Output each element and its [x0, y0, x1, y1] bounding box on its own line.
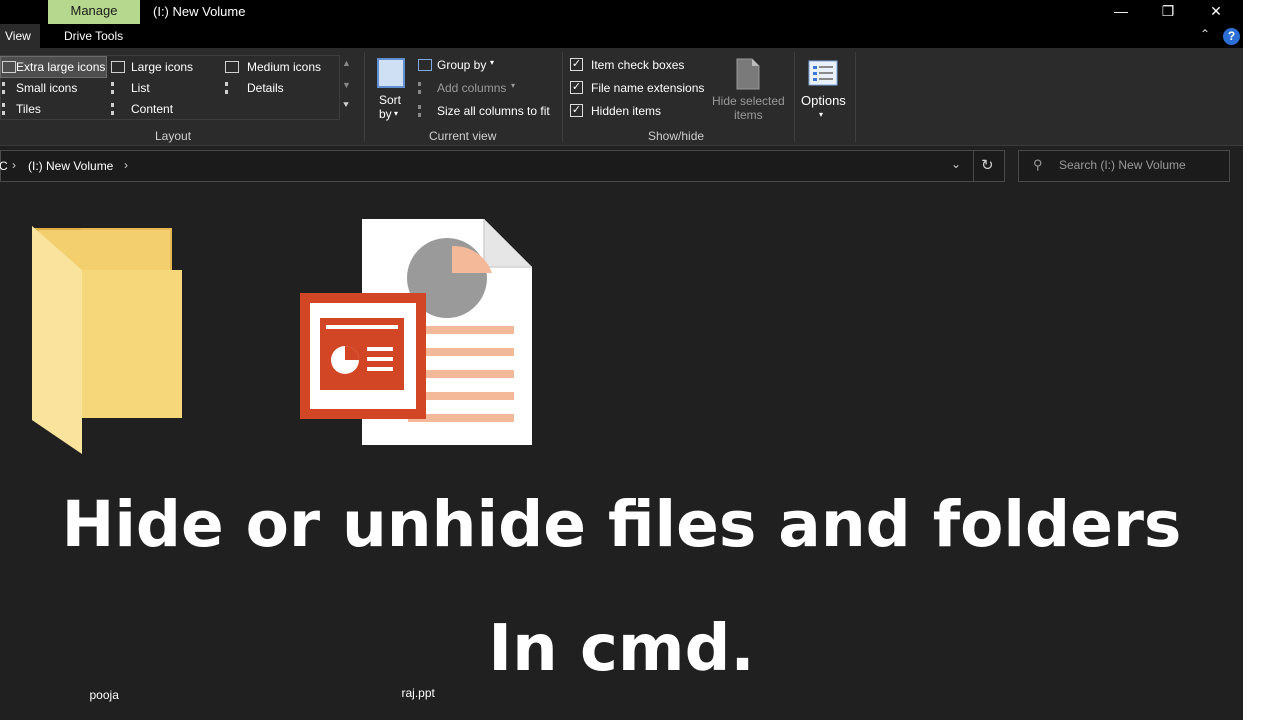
ribbon: Extra large icons Large icons Medium ico… — [0, 48, 1243, 146]
sort-dropdown-icon: ▾ — [394, 109, 399, 118]
group-label-current-view: Current view — [429, 129, 497, 143]
layout-extra-large-icons[interactable]: Extra large icons — [16, 60, 105, 74]
group-by-button[interactable]: Group by — [437, 58, 486, 72]
file-item[interactable]: raj.ppt — [298, 218, 538, 700]
group-by-icon — [418, 59, 432, 71]
sort-by-icon — [377, 58, 405, 88]
layout-small-icons[interactable]: Small icons — [16, 81, 77, 95]
address-history-dropdown-icon[interactable]: ⌄ — [951, 157, 961, 171]
minimize-icon: — — [1114, 3, 1128, 19]
powerpoint-file-icon — [300, 219, 532, 445]
details-icon — [225, 82, 239, 94]
file-name-label: raj.ppt — [401, 686, 435, 700]
size-all-columns-button[interactable]: Size all columns to fit — [437, 104, 550, 118]
sort-by-button[interactable]: Sort by ▾ — [374, 56, 410, 124]
content-icon — [111, 103, 125, 115]
hidden-items-label[interactable]: Hidden items — [591, 104, 661, 118]
hide-selected-label-items: items — [734, 108, 763, 122]
layout-medium-icons[interactable]: Medium icons — [247, 60, 321, 74]
minimize-button[interactable]: — — [1098, 0, 1144, 24]
file-item[interactable]: pooja — [24, 220, 194, 702]
group-divider — [562, 52, 563, 142]
gallery-up-icon[interactable]: ▲ — [342, 58, 351, 68]
size-columns-icon — [418, 105, 432, 117]
options-label: Options — [801, 93, 846, 108]
search-box[interactable]: ⚲ — [1018, 150, 1230, 182]
tab-view[interactable]: View — [0, 24, 40, 48]
group-label-layout: Layout — [155, 129, 192, 143]
hide-selected-label: Hide selected — [712, 94, 785, 108]
hidden-items-checkbox[interactable]: ✓ — [570, 104, 583, 117]
hide-selected-icon — [736, 58, 760, 90]
collapse-ribbon-icon[interactable]: ⌃ — [1200, 27, 1210, 41]
restore-button[interactable]: ❐ — [1145, 0, 1191, 24]
tab-manage[interactable]: Manage — [48, 0, 140, 24]
sort-label: Sort — [379, 93, 402, 107]
folder-icon — [32, 226, 182, 454]
tab-drive-tools[interactable]: Drive Tools — [64, 24, 123, 48]
gallery-down-icon[interactable]: ▼ — [342, 80, 351, 90]
group-divider — [364, 52, 365, 142]
sort-label-by: by — [379, 107, 392, 121]
search-input[interactable] — [1059, 158, 1224, 172]
group-by-dropdown-icon[interactable]: ▾ — [490, 58, 494, 67]
large-icons-icon — [111, 61, 125, 73]
headline-line-1: Hide or unhide files and folders — [61, 488, 1182, 561]
file-explorer-window: Manage (I:) New Volume — ❐ ✕ View Drive … — [0, 0, 1243, 720]
search-icon: ⚲ — [1033, 157, 1043, 172]
group-divider — [794, 52, 795, 142]
gallery-more-icon[interactable]: ⯆ — [342, 100, 350, 111]
extra-large-icons-icon — [2, 61, 16, 73]
layout-large-icons[interactable]: Large icons — [131, 60, 193, 74]
small-icons-icon — [2, 82, 16, 94]
add-columns-button[interactable]: Add columns — [437, 81, 506, 95]
hide-selected-items-button[interactable]: Hide selected items — [708, 56, 790, 124]
layout-list[interactable]: List — [131, 81, 150, 95]
restore-icon: ❐ — [1161, 3, 1175, 19]
refresh-icon[interactable]: ↻ — [981, 156, 994, 174]
group-label-show-hide: Show/hide — [648, 129, 705, 143]
group-divider — [855, 52, 856, 142]
file-name-extensions-label[interactable]: File name extensions — [591, 81, 704, 95]
layout-tiles[interactable]: Tiles — [16, 102, 41, 116]
breadcrumb-volume[interactable]: (I:) New Volume — [28, 159, 113, 173]
add-columns-dropdown-icon: ▾ — [511, 81, 516, 90]
options-dropdown-icon: ▾ — [819, 110, 824, 119]
window-title: (I:) New Volume — [153, 4, 246, 19]
file-name-extensions-checkbox[interactable]: ✓ — [570, 81, 583, 94]
breadcrumb-chevron-icon[interactable]: › — [12, 158, 16, 172]
layout-details[interactable]: Details — [247, 81, 284, 95]
close-button[interactable]: ✕ — [1193, 0, 1239, 24]
breadcrumb-chevron-icon[interactable]: › — [124, 158, 128, 172]
close-icon: ✕ — [1210, 3, 1222, 19]
address-divider — [973, 151, 974, 181]
options-button[interactable]: Options ▾ — [798, 56, 850, 124]
options-icon — [808, 60, 838, 86]
tiles-icon — [2, 103, 16, 115]
item-check-boxes-checkbox[interactable]: ✓ — [570, 58, 583, 71]
item-check-boxes-label[interactable]: Item check boxes — [591, 58, 684, 72]
help-icon[interactable]: ? — [1223, 28, 1240, 45]
title-bar: Manage (I:) New Volume — ❐ ✕ — [0, 0, 1243, 24]
list-icon — [111, 82, 125, 94]
medium-icons-icon — [225, 61, 239, 73]
breadcrumb-root[interactable]: C — [0, 159, 8, 173]
address-bar[interactable]: C › (I:) New Volume › ⌄ ↻ — [0, 150, 1005, 182]
file-name-label: pooja — [89, 688, 119, 702]
layout-content[interactable]: Content — [131, 102, 173, 116]
ribbon-tabs: View Drive Tools — [0, 24, 1243, 48]
headline-line-2: In cmd. — [488, 612, 755, 686]
add-columns-icon — [418, 82, 432, 94]
